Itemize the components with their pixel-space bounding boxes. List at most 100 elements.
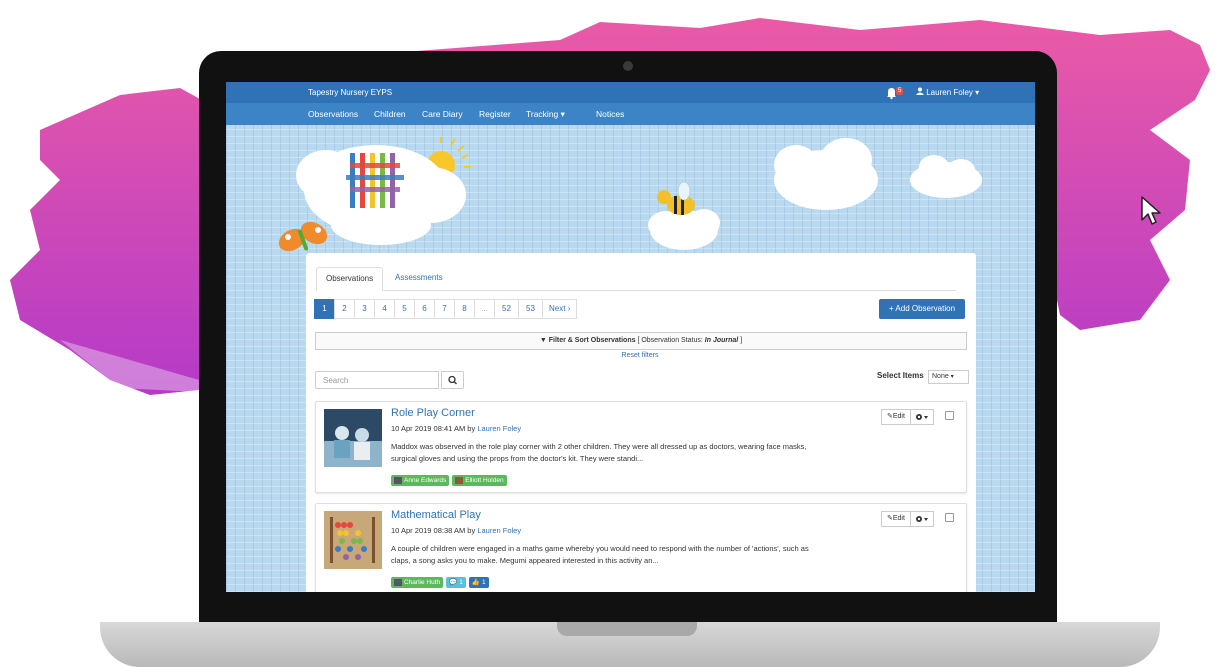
user-name: Lauren Foley (926, 88, 973, 97)
edit-label: Edit (892, 515, 905, 522)
filter-status-value: In Journal (704, 337, 739, 344)
caret-down-icon: ▾ (975, 88, 980, 97)
nav-notices[interactable]: Notices (596, 109, 624, 119)
page-8[interactable]: 8 (454, 299, 475, 319)
bee-cloud (648, 209, 720, 250)
child-tags: Anne Edwards Elliott Holden (391, 475, 507, 486)
next-label: Next (549, 304, 566, 313)
page-52[interactable]: 52 (494, 299, 519, 319)
child-tag[interactable]: Charlie Huth (391, 577, 444, 588)
select-checkbox[interactable] (945, 411, 954, 420)
app-screen: Tapestry Nursery EYPS 5 Lauren Foley ▾ O… (226, 82, 1035, 592)
observation-title[interactable]: Mathematical Play (391, 509, 481, 521)
observation-meta: 10 Apr 2019 08:38 AM by Lauren Foley (391, 526, 521, 535)
observation-meta: 10 Apr 2019 08:41 AM by Lauren Foley (391, 424, 521, 433)
select-checkbox[interactable] (945, 513, 954, 522)
search-input[interactable]: Search (315, 371, 439, 389)
gear-icon (915, 414, 928, 420)
child-tag-label: Elliott Holden (465, 477, 504, 484)
select-items-dropdown[interactable]: None ▾ (928, 370, 969, 384)
plus-icon: + (888, 304, 894, 313)
comments-badge[interactable]: 💬 1 (446, 577, 466, 588)
bee-icon (657, 181, 695, 215)
observation-photo[interactable] (324, 409, 382, 467)
caret-down-icon: ▾ (950, 374, 954, 380)
cloud-right (774, 138, 878, 210)
comments-count: 1 (459, 579, 463, 586)
child-tags: Charlie Huth 💬 1 👍 1 (391, 577, 489, 588)
page-6[interactable]: 6 (414, 299, 435, 319)
nav-observations[interactable]: Observations (308, 109, 358, 119)
child-tag-label: Anne Edwards (404, 477, 447, 484)
likes-badge[interactable]: 👍 1 (468, 577, 489, 588)
child-tag-label: Charlie Huth (404, 579, 441, 586)
observation-item: Role Play Corner 10 Apr 2019 08:41 AM by… (315, 401, 967, 493)
search-button[interactable] (441, 371, 464, 389)
page-1[interactable]: 1 (314, 299, 335, 319)
add-observation-button[interactable]: + Add Observation (879, 299, 965, 319)
observation-date: 10 Apr 2019 08:38 AM by (391, 526, 476, 535)
page-7[interactable]: 7 (434, 299, 455, 319)
child-avatar (394, 477, 402, 484)
thumbs-up-icon: 👍 (471, 579, 480, 586)
filter-sort-bar[interactable]: ▼ Filter & Sort Observations [ Observati… (315, 332, 967, 350)
observation-actions: ✎Edit (881, 409, 934, 425)
next-page-button[interactable]: Next › (542, 299, 578, 319)
cloud-small (910, 155, 982, 198)
observation-date: 10 Apr 2019 08:41 AM by (391, 424, 476, 433)
settings-dropdown-button[interactable] (909, 409, 934, 425)
add-observation-label: Add Observation (895, 304, 956, 313)
top-bar: Tapestry Nursery EYPS 5 Lauren Foley ▾ (226, 82, 1035, 103)
page-ellipsis: ... (474, 299, 495, 319)
page-53[interactable]: 53 (518, 299, 543, 319)
nav-tracking-label: Tracking (526, 109, 559, 119)
observation-title[interactable]: Role Play Corner (391, 407, 475, 419)
observation-actions: ✎Edit (881, 511, 934, 527)
caret-down-icon: ▾ (560, 109, 565, 119)
user-menu[interactable]: Lauren Foley ▾ (916, 87, 979, 97)
observation-text: Maddox was observed in the role play cor… (391, 442, 807, 463)
search-icon (448, 375, 457, 385)
tab-bar: Observations Assessments (316, 267, 956, 291)
edit-button[interactable]: ✎Edit (881, 409, 911, 425)
nav-care-diary[interactable]: Care Diary (422, 109, 463, 119)
filter-status-suffix: ] (740, 337, 743, 344)
butterfly-icon (278, 221, 328, 252)
child-avatar (455, 477, 464, 484)
settings-dropdown-button[interactable] (909, 511, 934, 527)
edit-button[interactable]: ✎Edit (881, 511, 911, 527)
select-items-value: None (932, 373, 949, 380)
edit-label: Edit (892, 413, 905, 420)
nav-tracking[interactable]: Tracking ▾ (526, 109, 565, 120)
reset-filters-link[interactable]: Reset filters (315, 352, 965, 359)
select-items-label: Select Items (877, 371, 924, 380)
page-4[interactable]: 4 (374, 299, 395, 319)
filter-label: Filter & Sort Observations (548, 337, 636, 344)
observation-item: Mathematical Play 10 Apr 2019 08:38 AM b… (315, 503, 967, 592)
nav-register[interactable]: Register (479, 109, 511, 119)
user-icon (916, 87, 924, 95)
tab-observations[interactable]: Observations (316, 267, 384, 291)
child-tag[interactable]: Anne Edwards (391, 475, 450, 486)
page-3[interactable]: 3 (354, 299, 375, 319)
pagination: 1 2 3 4 5 6 7 8 ... 52 53 Next › (314, 299, 578, 319)
main-nav: Observations Children Care Diary Registe… (226, 103, 1035, 125)
webcam (623, 61, 633, 71)
filter-icon: ▼ (539, 337, 547, 344)
observations-panel: Observations Assessments 1 2 3 4 5 6 7 8… (306, 253, 976, 592)
notification-count-badge: 5 (896, 87, 904, 95)
page-2[interactable]: 2 (334, 299, 355, 319)
observation-author[interactable]: Lauren Foley (477, 424, 521, 433)
observation-photo[interactable] (324, 511, 382, 569)
page-5[interactable]: 5 (394, 299, 415, 319)
mouse-pointer-icon (1141, 196, 1161, 225)
comment-icon: 💬 (449, 579, 458, 586)
laptop-notch (557, 622, 697, 636)
child-avatar (394, 579, 402, 586)
brand-name[interactable]: Tapestry Nursery EYPS (308, 88, 392, 97)
tab-assessments[interactable]: Assessments (386, 267, 452, 289)
header-illustration (278, 137, 982, 252)
child-tag[interactable]: Elliott Holden (452, 475, 507, 486)
nav-children[interactable]: Children (374, 109, 406, 119)
observation-author[interactable]: Lauren Foley (477, 526, 521, 535)
